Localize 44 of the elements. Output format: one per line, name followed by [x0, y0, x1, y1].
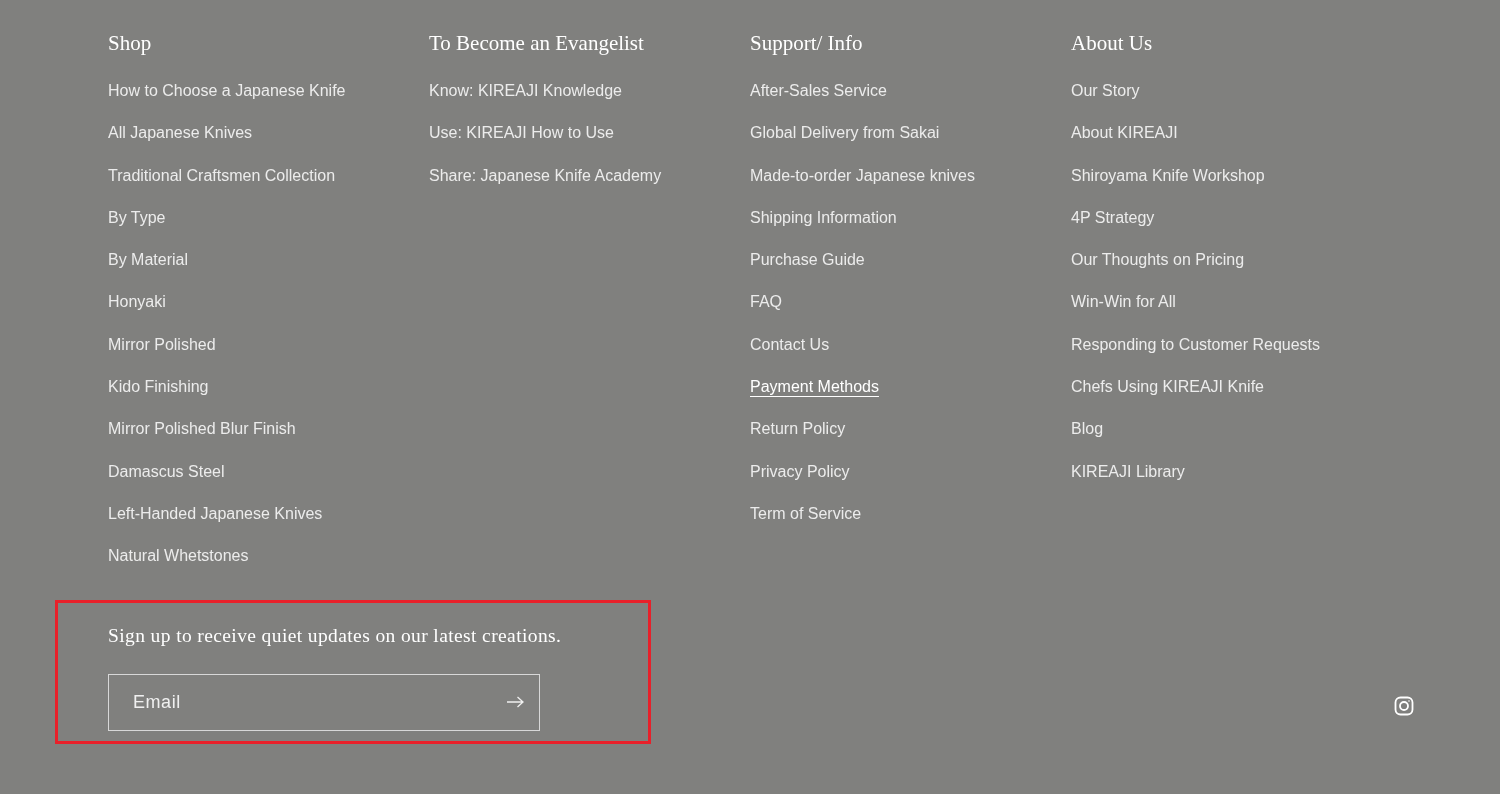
footer-link[interactable]: Damascus Steel [108, 458, 225, 485]
footer-link[interactable]: Use: KIREAJI How to Use [429, 120, 614, 147]
footer-link[interactable]: Shiroyama Knife Workshop [1071, 162, 1265, 189]
footer-link[interactable]: Win-Win for All [1071, 289, 1176, 316]
instagram-icon[interactable] [1394, 695, 1414, 716]
footer-link[interactable]: Purchase Guide [750, 247, 865, 274]
footer-link[interactable]: Kido Finishing [108, 374, 209, 401]
column-heading: Support/ Info [750, 30, 863, 57]
column-heading: About Us [1071, 30, 1153, 57]
footer-link[interactable]: Honyaki [108, 289, 166, 316]
footer-link[interactable]: How to Choose a Japanese Knife [108, 78, 346, 104]
footer-link[interactable]: After-Sales Service [750, 78, 887, 104]
footer-link[interactable]: Natural Whetstones [108, 543, 249, 570]
footer-link[interactable]: Made-to-order Japanese knives [750, 162, 975, 189]
footer-link[interactable]: Return Policy [750, 416, 846, 443]
footer-link[interactable]: KIREAJI Library [1071, 458, 1185, 485]
footer-link[interactable]: Traditional Craftsmen Collection [108, 162, 336, 189]
footer-link[interactable]: Term of Service [750, 500, 862, 527]
column-heading: Shop [108, 30, 152, 57]
newsletter-text: Sign up to receive quiet updates on our latest creations. [108, 623, 563, 648]
footer-link[interactable]: Mirror Polished Blur Finish [108, 416, 296, 443]
footer-link[interactable]: By Material [108, 247, 189, 274]
footer-link[interactable]: Privacy Policy [750, 458, 850, 485]
footer-link[interactable]: 4P Strategy [1071, 204, 1155, 231]
footer-link[interactable]: Know: KIREAJI Knowledge [429, 78, 622, 104]
footer-link[interactable]: FAQ [750, 289, 782, 316]
footer-link[interactable]: Contact Us [750, 331, 830, 358]
footer-link[interactable]: Shipping Information [750, 204, 897, 231]
footer-link[interactable]: Mirror Polished [108, 331, 216, 358]
footer-link[interactable]: Left-Handed Japanese Knives [108, 500, 323, 527]
footer-link[interactable]: Payment Methods [750, 374, 879, 401]
footer-link[interactable]: About KIREAJI [1071, 120, 1178, 147]
footer-link[interactable]: Our Thoughts on Pricing [1071, 247, 1245, 274]
email-field[interactable]: Email [108, 673, 540, 731]
footer-link[interactable]: All Japanese Knives [108, 120, 253, 147]
footer-link[interactable]: Share: Japanese Knife Academy [429, 162, 662, 189]
arrow-right-icon[interactable] [506, 695, 524, 708]
footer-link[interactable]: Blog [1071, 416, 1104, 443]
footer-link[interactable]: Global Delivery from Sakai [750, 120, 940, 147]
footer-link[interactable]: Responding to Customer Requests [1071, 331, 1321, 358]
footer-link[interactable]: Chefs Using KIREAJI Knife [1071, 374, 1264, 401]
footer-link[interactable]: By Type [108, 204, 166, 231]
footer-link[interactable]: Our Story [1071, 78, 1140, 104]
column-heading: To Become an Evangelist [429, 30, 644, 57]
